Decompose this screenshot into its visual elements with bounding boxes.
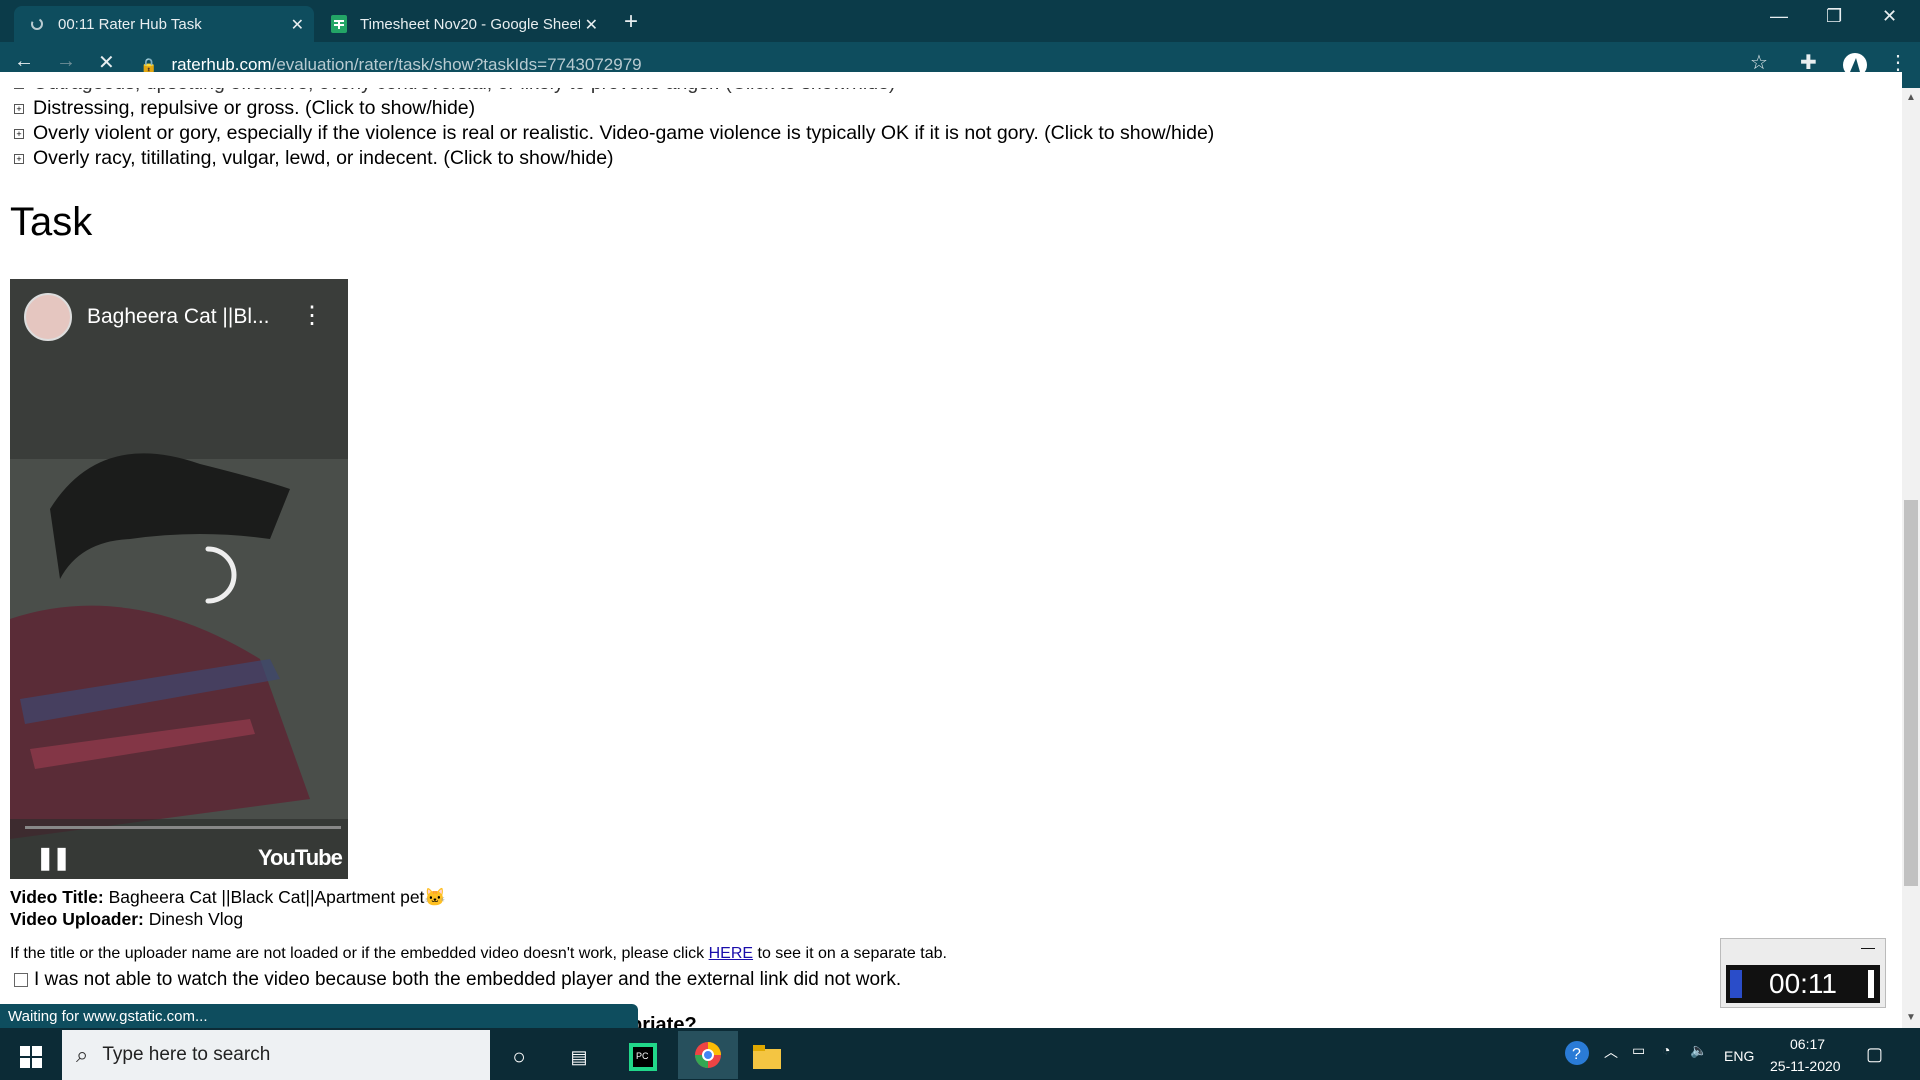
video-overlay-title[interactable]: Bagheera Cat ||Bl... — [87, 305, 270, 329]
guideline-item[interactable]: + Overly racy, titillating, vulgar, lewd,… — [14, 147, 614, 170]
page-top-mask — [0, 72, 1902, 88]
tab-title: 00:11 Rater Hub Task — [58, 15, 202, 33]
chrome-taskbar-icon[interactable] — [678, 1031, 738, 1079]
expand-icon[interactable]: + — [14, 128, 24, 139]
note-text: If the title or the uploader name are no… — [10, 945, 709, 962]
google-sheets-icon — [330, 15, 348, 33]
checkbox-label: I was not able to watch the video becaus… — [34, 969, 902, 990]
windows-start-icon[interactable] — [14, 1040, 48, 1074]
video-more-icon[interactable]: ⋮ — [300, 301, 324, 330]
back-icon[interactable]: ← — [14, 50, 34, 73]
tab-rater-hub[interactable]: 00:11 Rater Hub Task ✕ — [14, 6, 314, 42]
tab-title: Timesheet Nov20 - Google Sheets — [360, 15, 580, 33]
timer-right-bar — [1868, 970, 1874, 998]
scroll-up-arrow-icon[interactable]: ▲ — [1906, 92, 1916, 103]
video-uploader-row: Video Uploader: Dinesh Vlog — [10, 909, 243, 930]
guideline-item[interactable]: + Overly violent or gory, especially if t… — [14, 122, 1214, 145]
unable-to-watch-checkbox-row[interactable]: I was not able to watch the video becaus… — [14, 969, 901, 991]
clock-date[interactable]: 25-11-2020 — [1770, 1058, 1841, 1074]
file-explorer-icon[interactable] — [750, 1040, 784, 1074]
task-view-icon[interactable]: ▤ — [562, 1040, 596, 1074]
help-icon[interactable]: ? — [1564, 1040, 1590, 1069]
clock-time[interactable]: 06:17 — [1790, 1036, 1825, 1052]
restore-window-button[interactable]: ❐ — [1826, 6, 1842, 27]
tab-timesheet[interactable]: Timesheet Nov20 - Google Sheets ✕ — [316, 6, 608, 42]
loading-status-bubble: Waiting for www.gstatic.com... — [0, 1004, 638, 1030]
minimize-window-button[interactable]: — — [1770, 6, 1788, 27]
timer-minimize-button[interactable]: — — [1861, 939, 1875, 955]
youtube-video-player[interactable]: Bagheera Cat ||Bl... ⋮ ❚❚ YouTube — [10, 279, 348, 879]
pycharm-icon[interactable]: PC — [626, 1040, 660, 1074]
expand-icon[interactable]: + — [14, 103, 24, 114]
unable-to-watch-checkbox[interactable] — [14, 973, 28, 987]
video-uploader-label: Video Uploader: — [10, 909, 144, 929]
video-title-value: Bagheera Cat ||Black Cat||Apartment pet🐱 — [108, 887, 447, 907]
video-title-row: Video Title: Bagheera Cat ||Black Cat||A… — [10, 887, 446, 908]
page-title: Task — [10, 200, 93, 244]
svg-text:PC: PC — [636, 1051, 649, 1061]
guideline-text: Overly racy, titillating, vulgar, lewd, … — [33, 147, 614, 169]
expand-icon[interactable]: + — [14, 153, 24, 164]
video-help-note: If the title or the uploader name are no… — [10, 945, 947, 963]
open-video-link[interactable]: HERE — [709, 945, 753, 962]
loading-icon — [28, 15, 46, 33]
task-timer-widget: — 00:11 — [1720, 938, 1886, 1008]
timer-value: 00:11 — [1769, 968, 1837, 999]
guideline-item[interactable]: + Distressing, repulsive or gross. (Click… — [14, 97, 475, 120]
taskbar-search-box[interactable]: ⌕ Type here to search — [62, 1030, 490, 1080]
video-title-label: Video Title: — [10, 887, 104, 907]
guideline-text: Distressing, repulsive or gross. (Click … — [33, 97, 476, 119]
wifi-icon[interactable]: ◔ — [1662, 1042, 1670, 1058]
svg-text:?: ? — [1572, 1046, 1581, 1063]
timer-display: 00:11 — [1726, 965, 1880, 1003]
close-tab-icon[interactable]: ✕ — [585, 15, 598, 35]
notifications-icon[interactable]: ▢ — [1866, 1044, 1883, 1065]
cortana-icon[interactable]: ○ — [502, 1040, 536, 1074]
show-hidden-icons-icon[interactable]: ︿ — [1604, 1042, 1618, 1062]
video-frame — [10, 279, 348, 879]
note-text: to see it on a separate tab. — [753, 945, 947, 962]
timer-left-bar — [1730, 970, 1742, 998]
video-uploader-value: Dinesh Vlog — [148, 909, 244, 929]
volume-icon[interactable]: 🔈 — [1690, 1042, 1707, 1059]
lock-icon: 🔒 — [140, 56, 158, 73]
channel-avatar[interactable] — [24, 293, 72, 341]
close-tab-icon[interactable]: ✕ — [291, 15, 304, 35]
pause-icon[interactable]: ❚❚ — [36, 845, 71, 871]
language-indicator[interactable]: ENG — [1724, 1048, 1754, 1064]
close-window-button[interactable]: ✕ — [1882, 6, 1897, 27]
search-icon: ⌕ — [76, 1042, 89, 1067]
forward-icon[interactable]: → — [56, 50, 76, 73]
battery-icon[interactable]: ▭ — [1632, 1042, 1645, 1059]
search-placeholder: Type here to search — [102, 1044, 271, 1065]
scroll-down-arrow-icon[interactable]: ▼ — [1906, 1012, 1916, 1023]
youtube-logo[interactable]: YouTube — [258, 845, 343, 871]
guideline-text: Overly violent or gory, especially if th… — [33, 122, 1215, 144]
scrollbar-thumb[interactable] — [1904, 500, 1918, 886]
new-tab-button[interactable]: + — [624, 8, 638, 36]
